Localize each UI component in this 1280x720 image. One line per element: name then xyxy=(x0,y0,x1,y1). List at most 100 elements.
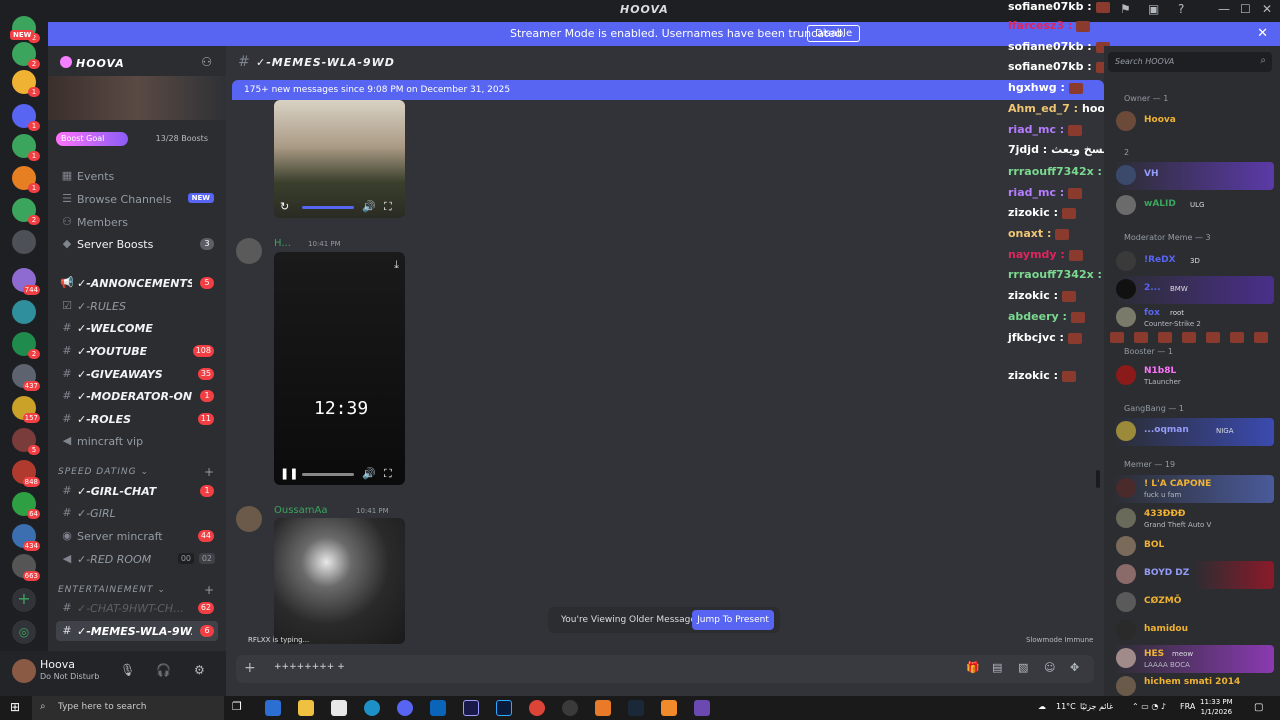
member-item[interactable]: BOL xyxy=(1112,533,1274,561)
gift-icon[interactable]: 🎁 xyxy=(966,661,980,674)
member-item[interactable]: N1b8L TLauncher xyxy=(1112,362,1274,390)
channel-memes[interactable]: # ✓-MEMES-WLA-9W... 6 xyxy=(56,621,218,641)
language-indicator[interactable]: FRA xyxy=(1180,702,1195,711)
member-item[interactable]: ! L'A CAPONE fuck u fam xyxy=(1112,475,1274,503)
channel-red-room[interactable]: ◀ ✓-RED ROOM 00 02 xyxy=(56,549,218,569)
channel-chat-9hwt[interactable]: # ✓-CHAT-9HWT-CH... 62 xyxy=(56,598,218,618)
channel-announcements[interactable]: 📢✓-ANNONCEMENTS... 5 xyxy=(56,273,218,293)
member-item[interactable]: Hoova xyxy=(1112,108,1274,136)
server-icon[interactable]: 5 xyxy=(12,428,40,455)
gear-icon[interactable]: ⚙ xyxy=(194,663,205,677)
server-icon[interactable] xyxy=(12,300,36,324)
pause-icon[interactable]: ❚❚ xyxy=(280,467,298,480)
avatar[interactable] xyxy=(12,659,36,683)
channel-mincraft-vip[interactable]: ◀ mincraft vip xyxy=(56,431,218,451)
member-item[interactable]: 2... BMW xyxy=(1112,276,1274,304)
server-icon[interactable]: 64 xyxy=(12,492,40,519)
server-icon[interactable]: 744 xyxy=(12,268,40,295)
jump-to-present-button[interactable]: Jump To Present xyxy=(692,610,774,630)
replay-icon[interactable]: ↻ xyxy=(280,200,289,213)
steam-icon[interactable] xyxy=(628,700,644,716)
file-explorer-icon[interactable] xyxy=(298,700,314,716)
taskbar-search[interactable]: ⌕ Type here to search xyxy=(32,696,224,720)
guild-header[interactable]: HOOVA ⚇ xyxy=(48,46,226,82)
new-messages-bar[interactable]: 175+ new messages since 9:08 PM on Decem… xyxy=(232,80,1104,100)
edge-icon[interactable] xyxy=(364,700,380,716)
category-entertainment[interactable]: ENTERTAINEMENT ⌄ + xyxy=(58,583,214,597)
task-view-icon[interactable]: ❐ xyxy=(232,700,248,716)
nav-server-boosts[interactable]: ◆ Server Boosts 3 xyxy=(56,234,218,254)
member-item[interactable]: !ReDX 3D xyxy=(1112,248,1274,276)
avatar[interactable] xyxy=(236,238,262,264)
add-channel-icon[interactable]: + xyxy=(204,583,215,597)
close-banner-icon[interactable]: ✕ xyxy=(1257,26,1268,41)
server-icon[interactable]: 2 xyxy=(12,198,40,225)
headphones-icon[interactable]: 🎧 xyxy=(156,663,171,677)
scrollbar[interactable] xyxy=(1096,470,1100,488)
minimize-icon[interactable]: — xyxy=(1218,2,1230,16)
server-icon[interactable]: 437 xyxy=(12,364,40,391)
store-icon[interactable] xyxy=(265,700,281,716)
member-item[interactable]: BOYD DZ xyxy=(1112,561,1274,589)
server-icon[interactable]: 1 xyxy=(12,104,40,131)
photoshop-icon[interactable] xyxy=(496,700,512,716)
server-icon[interactable]: 663 xyxy=(12,554,40,581)
server-icon[interactable]: 1 xyxy=(12,70,40,97)
category-speed-dating[interactable]: SPEED DATING ⌄ + xyxy=(58,465,214,479)
clock[interactable]: 11:33 PM 1/1/2026 xyxy=(1200,697,1233,717)
server-icon[interactable] xyxy=(12,230,36,254)
message-composer[interactable]: + ++++++++ + 🎁 ▤ ▧ ☺ ✥ xyxy=(236,655,1094,683)
member-item[interactable]: HES meow LAAAA BOCA xyxy=(1112,645,1274,673)
nav-browse-channels[interactable]: ☰ Browse Channels NEW xyxy=(56,189,218,209)
server-icon[interactable]: 434 xyxy=(12,524,40,551)
fullscreen-icon[interactable]: ⛶ xyxy=(384,467,392,481)
help-icon[interactable]: ? xyxy=(1178,2,1184,16)
microphone-icon[interactable]: 🎙 xyxy=(120,663,135,677)
server-icon[interactable]: 157 xyxy=(12,396,40,423)
channel-server-mincraft[interactable]: ◉ Server mincraft 44 xyxy=(56,526,218,546)
emoji-icon[interactable]: ☺ xyxy=(1044,661,1055,674)
notepad-icon[interactable] xyxy=(331,700,347,716)
volume-icon[interactable]: 🔊 xyxy=(362,200,376,213)
windows-start-icon[interactable]: ⊞ xyxy=(10,700,20,714)
member-item[interactable]: fox root Counter-Strike 2 xyxy=(1112,304,1274,332)
channel-moderator[interactable]: # ✓-MODERATOR-ON... 1 xyxy=(56,386,218,406)
explore-icon[interactable]: ◎ xyxy=(12,620,36,644)
chrome-icon[interactable] xyxy=(529,700,545,716)
channel-roles[interactable]: # ✓-ROLES 11 xyxy=(56,409,218,429)
member-item[interactable]: 433ÐÐÐ Grand Theft Auto V xyxy=(1112,505,1274,533)
apps-icon[interactable]: ✥ xyxy=(1070,661,1079,674)
channel-giveaways[interactable]: # ✓-GIVEAWAYS 35 xyxy=(56,364,218,384)
member-item[interactable]: hamidou xyxy=(1112,617,1274,645)
progress-bar[interactable] xyxy=(302,473,354,476)
boost-goal[interactable]: Boost Goal 13/28 Boosts xyxy=(56,132,218,146)
nav-members[interactable]: ⚇ Members xyxy=(56,212,218,232)
member-item[interactable]: VH xyxy=(1112,162,1274,190)
app-icon[interactable] xyxy=(595,700,611,716)
maximize-icon[interactable]: ☐ xyxy=(1240,2,1251,16)
download-icon[interactable]: ⤓ xyxy=(394,258,399,272)
obs-icon[interactable] xyxy=(562,700,578,716)
server-icon[interactable]: 2 xyxy=(12,42,40,69)
channel-youtube[interactable]: # ✓-YOUTUBE 108 xyxy=(56,341,218,361)
nav-events[interactable]: ▦ Events xyxy=(56,166,218,186)
member-item[interactable]: wALID ULG xyxy=(1112,192,1274,220)
avatar[interactable] xyxy=(236,506,262,532)
search-input[interactable]: Search HOOVA ⌕ xyxy=(1108,52,1272,72)
server-icon[interactable]: 1 xyxy=(12,134,40,161)
add-attachment-icon[interactable]: + xyxy=(244,660,256,676)
fullscreen-icon[interactable]: ⛶ xyxy=(384,200,392,214)
notification-icon[interactable]: ▢ xyxy=(1254,702,1263,713)
invite-icon[interactable]: ⚇ xyxy=(201,55,212,69)
member-item[interactable]: ...oqman NIGA xyxy=(1112,418,1274,446)
gif-icon[interactable]: ▤ xyxy=(992,661,1002,674)
channel-welcome[interactable]: # ✓-WELCOME xyxy=(56,318,218,338)
screen-share-icon[interactable]: ▣ xyxy=(1148,2,1159,16)
tray-icons[interactable]: ⌃ ▭ ◔ ♪ xyxy=(1132,702,1166,711)
video-attachment[interactable]: ⤓ 12:39 ❚❚ 🔊 ⛶ xyxy=(274,252,405,485)
disable-button[interactable]: Disable xyxy=(807,25,861,42)
add-channel-icon[interactable]: + xyxy=(204,465,215,479)
video-attachment[interactable]: ↻ 🔊 ⛶ xyxy=(274,100,405,218)
premiere-icon[interactable] xyxy=(463,700,479,716)
composer-input[interactable]: ++++++++ + xyxy=(274,662,345,672)
